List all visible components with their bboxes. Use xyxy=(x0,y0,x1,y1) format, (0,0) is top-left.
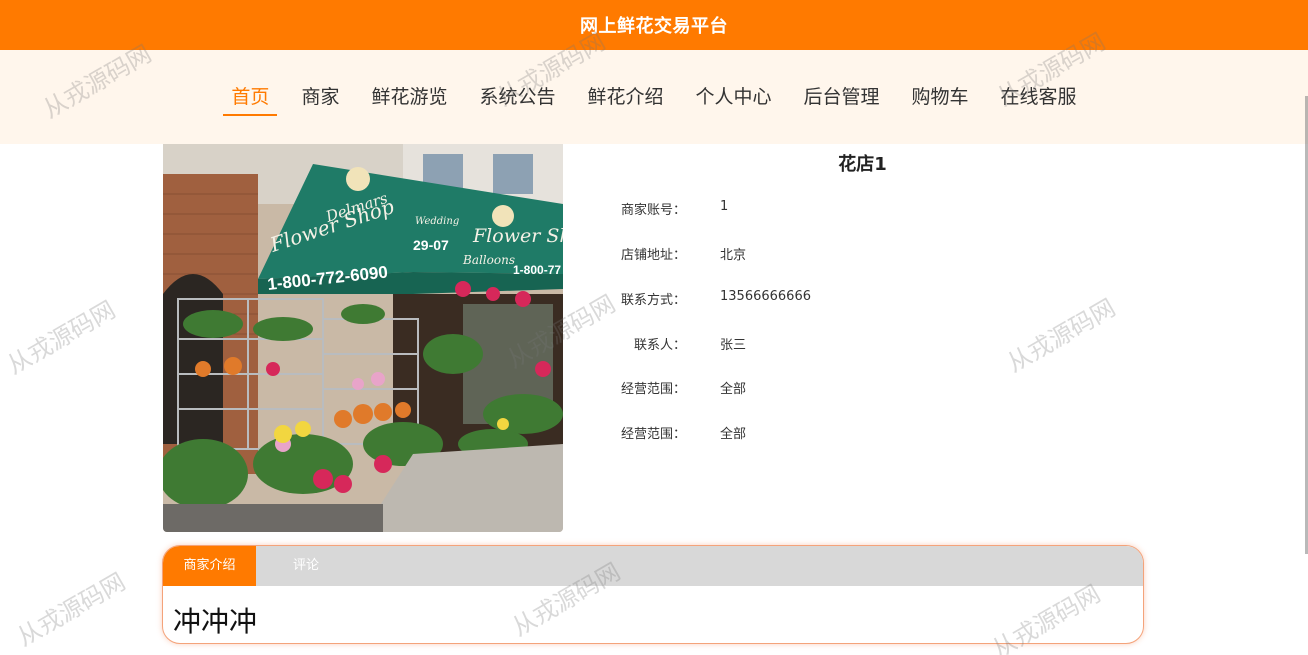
field-label: 联系方式： xyxy=(620,293,686,308)
tab-comments[interactable]: 评论 xyxy=(256,546,356,586)
awning-side-1: Wedding xyxy=(415,216,459,227)
tab-merchant-intro[interactable]: 商家介绍 xyxy=(163,546,256,586)
watermark: 从戎源码网 xyxy=(12,567,131,652)
field-value: 张三 xyxy=(720,338,747,353)
nav-item-merchants[interactable]: 商家 xyxy=(285,82,355,116)
shop-tabs: 商家介绍 评论 冲冲冲 xyxy=(162,545,1144,644)
site-title: 网上鲜花交易平台 xyxy=(580,16,728,37)
field-business-scope: 经营范围： 全部 xyxy=(590,378,1135,398)
nav-item-profile[interactable]: 个人中心 xyxy=(680,82,788,116)
watermark: 从戎源码网 xyxy=(2,295,121,380)
tab-bar: 商家介绍 评论 xyxy=(163,546,1143,586)
shop-info: 花店1 商家账号： 1 店铺地址： 北京 联系方式： 13566666666 联… xyxy=(590,144,1135,532)
field-label: 联系人： xyxy=(633,338,686,353)
awning-address: 29-07 xyxy=(413,237,449,253)
shop-photo: Delmars Flower Shop 1-800-772-6090 29-07… xyxy=(163,144,563,532)
field-label: 店铺地址： xyxy=(620,248,686,263)
field-shop-address: 店铺地址： 北京 xyxy=(590,244,1135,264)
field-value: 1 xyxy=(720,199,729,214)
tab-content: 冲冲冲 xyxy=(173,605,258,638)
top-header: 网上鲜花交易平台 xyxy=(0,0,1308,50)
awning-side-3: Balloons xyxy=(462,253,515,267)
awning-side-2: Flower Sh xyxy=(472,225,563,247)
field-value: 北京 xyxy=(720,248,747,263)
main-nav: 首页 商家 鲜花游览 系统公告 鲜花介绍 个人中心 后台管理 购物车 在线客服 xyxy=(0,82,1308,116)
field-label: 经营范围： xyxy=(620,382,686,397)
field-label: 经营范围： xyxy=(620,427,686,442)
nav-item-home[interactable]: 首页 xyxy=(215,82,285,116)
field-value: 13566666666 xyxy=(720,289,811,304)
awning-side-phone: 1-800-77 xyxy=(513,263,561,277)
nav-item-flower-browse[interactable]: 鲜花游览 xyxy=(355,82,463,116)
nav-item-announcements[interactable]: 系统公告 xyxy=(463,82,571,116)
field-business-scope-2: 经营范围： 全部 xyxy=(590,423,1135,443)
field-value: 全部 xyxy=(720,382,747,397)
nav-item-support[interactable]: 在线客服 xyxy=(985,82,1093,116)
field-contact-phone: 联系方式： 13566666666 xyxy=(590,289,1135,309)
field-contact-person: 联系人： 张三 xyxy=(590,334,1135,354)
main-nav-bar: 首页 商家 鲜花游览 系统公告 鲜花介绍 个人中心 后台管理 购物车 在线客服 xyxy=(0,50,1308,144)
nav-item-admin[interactable]: 后台管理 xyxy=(788,82,896,116)
shop-name: 花店1 xyxy=(838,154,887,175)
nav-item-flower-intro[interactable]: 鲜花介绍 xyxy=(571,82,679,116)
page: 网上鲜花交易平台 首页 商家 鲜花游览 系统公告 鲜花介绍 个人中心 后台管理 … xyxy=(0,0,1308,655)
field-value: 全部 xyxy=(720,427,747,442)
field-merchant-account: 商家账号： 1 xyxy=(590,199,1135,219)
field-label: 商家账号： xyxy=(620,203,686,218)
nav-item-cart[interactable]: 购物车 xyxy=(896,82,985,116)
